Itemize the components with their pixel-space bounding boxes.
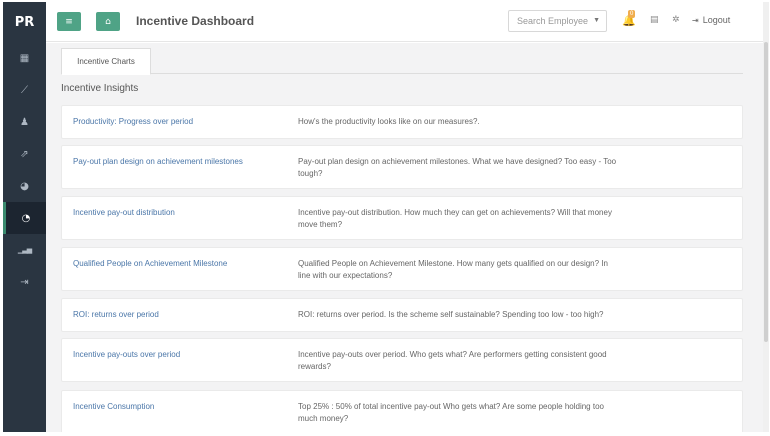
home-button[interactable]: ⌂ [96,12,120,31]
insight-row: Incentive pay-outs over period Incentive… [61,338,743,382]
sign-out-icon: ⇥ [20,276,29,288]
insight-description: Qualified People on Achievement Mileston… [298,259,608,280]
insight-description: Incentive pay-out distribution. How much… [298,208,612,229]
sidebar-item-sitemap[interactable]: ♟ [3,106,46,138]
insight-link[interactable]: Pay-out plan design on achievement miles… [73,156,293,168]
sidebar-item-external-link[interactable]: ⇗ [3,138,46,170]
sidebar-item-dashboard[interactable]: ▦ [3,42,46,74]
notification-badge: 0 [628,10,636,18]
insight-description: Incentive pay-outs over period. Who gets… [298,350,607,371]
insight-link[interactable]: ROI: returns over period [73,309,293,321]
bar-chart-icon: ▁▃▅ [17,246,32,254]
sidebar-item-line-chart[interactable]: ⟋ [3,74,46,106]
top-navbar: ≡ ⌂ Incentive Dashboard Search Employee … [46,2,763,42]
insight-description: How's the productivity looks like on our… [298,117,480,126]
pie-chart-active-icon: ◔ [21,212,31,224]
pie-chart-icon: ◕ [20,180,29,192]
page-scrollbar[interactable] [763,2,769,432]
insight-link[interactable]: Incentive pay-out distribution [73,207,293,219]
insight-description: Top 25% : 50% of total incentive pay-out… [298,402,604,423]
insight-row: Qualified People on Achievement Mileston… [61,247,743,291]
tab-incentive-charts[interactable]: Incentive Charts [61,48,151,75]
sidebar-item-incentive-charts[interactable]: ◔ [3,202,46,234]
insight-link[interactable]: Productivity: Progress over period [73,116,293,128]
sidebar-item-bar-chart[interactable]: ▁▃▅ [3,234,46,266]
insight-link[interactable]: Incentive pay-outs over period [73,349,293,361]
search-placeholder: Search Employee [517,16,589,26]
section-title: Incentive Insights [61,83,139,94]
page-title: Incentive Dashboard [136,14,255,28]
sidebar-item-sign-out[interactable]: ⇥ [3,266,46,298]
dashboard-icon: ▦ [19,52,30,64]
home-icon: ⌂ [105,16,111,27]
tab-bar: Incentive Charts [61,48,743,75]
insight-description: ROI: returns over period. Is the scheme … [298,310,604,319]
brand-logo[interactable]: PR [3,2,46,42]
card-icon[interactable]: ▤ [650,15,659,25]
search-employee-select[interactable]: Search Employee ▼ [508,10,607,32]
menu-icon: ≡ [65,16,73,27]
chevron-down-icon: ▼ [593,17,600,24]
menu-toggle-button[interactable]: ≡ [57,12,81,31]
gear-icon[interactable]: ✲ [672,15,680,25]
logout-link[interactable]: ⇥ Logout [692,15,730,25]
insight-row: Incentive pay-out distribution Incentive… [61,196,743,240]
sitemap-icon: ♟ [20,116,29,128]
insight-description: Pay-out plan design on achievement miles… [298,157,617,178]
sidebar: PR ▦ ⟋ ♟ ⇗ ◕ ◔ ▁▃▅ ⇥ [3,2,46,432]
insight-link[interactable]: Incentive Consumption [73,401,293,413]
external-link-icon: ⇗ [20,148,29,160]
scrollbar-thumb[interactable] [764,42,768,342]
sidebar-item-pie-chart[interactable]: ◕ [3,170,46,202]
insight-row: Incentive Consumption Top 25% : 50% of t… [61,390,743,432]
logout-label: Logout [702,15,731,25]
logout-icon: ⇥ [692,16,699,25]
insight-link[interactable]: Qualified People on Achievement Mileston… [73,258,293,270]
insight-row: Pay-out plan design on achievement miles… [61,145,743,189]
main-content: Incentive Charts Incentive Insights Prod… [46,43,763,432]
insight-row: Productivity: Progress over period How's… [61,105,743,139]
insight-row: ROI: returns over period ROI: returns ov… [61,298,743,332]
line-chart-icon: ⟋ [21,84,28,96]
